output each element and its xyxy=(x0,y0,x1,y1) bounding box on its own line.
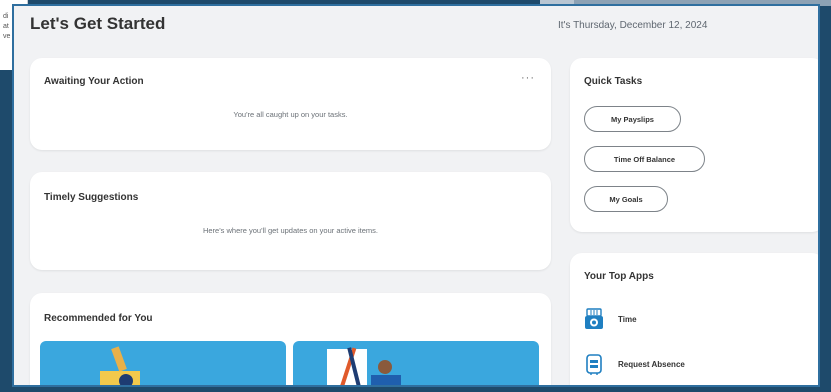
top-apps-card: Your Top Apps Time Request Absence xyxy=(570,253,818,385)
awaiting-action-card: Awaiting Your Action ··· You're all caug… xyxy=(30,58,551,150)
home-window: Let's Get Started It's Thursday, Decembe… xyxy=(12,4,820,387)
date-greeting: It's Thursday, December 12, 2024 xyxy=(558,20,708,31)
app-time[interactable]: Time xyxy=(584,307,637,331)
app-request-absence[interactable]: Request Absence xyxy=(584,352,685,376)
time-off-balance-button[interactable]: Time Off Balance xyxy=(584,146,705,172)
more-options-icon[interactable]: ··· xyxy=(521,72,535,84)
recommended-title: Recommended for You xyxy=(44,313,153,324)
top-apps-title: Your Top Apps xyxy=(584,271,654,282)
illustration-person-board xyxy=(327,347,401,385)
quick-tasks-title: Quick Tasks xyxy=(584,76,643,87)
timely-suggestions-card: Timely Suggestions Here's where you'll g… xyxy=(30,172,551,270)
page-title: Let's Get Started xyxy=(30,14,166,33)
timely-suggestions-title: Timely Suggestions xyxy=(44,192,139,203)
timely-suggestions-message: Here's where you'll get updates on your … xyxy=(202,226,379,235)
suitcase-icon xyxy=(586,354,602,375)
app-time-label: Time xyxy=(618,314,637,324)
clock-calendar-icon xyxy=(585,308,603,329)
my-payslips-button[interactable]: My Payslips xyxy=(584,106,681,132)
awaiting-action-title: Awaiting Your Action xyxy=(44,76,144,87)
illustration-person-writing xyxy=(100,346,140,385)
awaiting-action-message: You're all caught up on your tasks. xyxy=(233,110,348,119)
recommendation-image[interactable] xyxy=(40,341,286,385)
app-request-absence-label: Request Absence xyxy=(618,359,685,369)
recommendation-image[interactable] xyxy=(293,341,539,385)
recommended-card: Recommended for You xyxy=(30,293,551,385)
my-goals-button[interactable]: My Goals xyxy=(584,186,668,212)
quick-tasks-card: Quick Tasks My Payslips Time Off Balance… xyxy=(570,58,818,232)
